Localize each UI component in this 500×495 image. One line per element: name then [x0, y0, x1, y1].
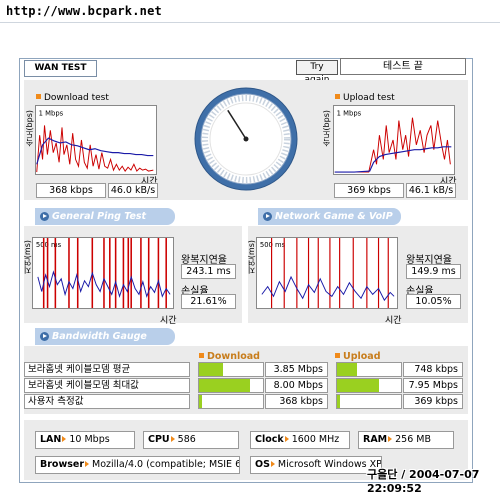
browser-info: Browser Mozilla/4.0 (compatible; MSIE 6.0 [35, 456, 240, 474]
network-game-voip-header: Network Game & VoIP Test [258, 208, 401, 239]
upload-title-text: Upload test [343, 93, 395, 103]
ping-chart: 500 ms [32, 237, 174, 309]
game-rtt-value: 149.9 ms [406, 264, 461, 279]
tab-wan-test[interactable]: WAN TEST [24, 60, 97, 77]
upload-bar-fill [337, 395, 340, 408]
triangle-icon [85, 461, 90, 467]
upload-bar [336, 362, 402, 377]
speed-gauge [194, 87, 298, 191]
ram-label: RAM [363, 434, 388, 445]
clock-label: Clock [255, 434, 284, 445]
clock-value: 1600 MHz [291, 434, 340, 445]
upload-bar-fill [337, 379, 380, 392]
browser-value: Mozilla/4.0 (compatible; MSIE 6.0 [92, 459, 240, 470]
upload-y-axis-label: 속도(bps) [322, 110, 331, 147]
upload-scale-label: 1 Mbps [337, 110, 362, 118]
lan-label: LAN [40, 434, 62, 445]
upload-bandwidth-value: 369 kbps [403, 394, 463, 409]
download-scale-label: 1 Mbps [39, 110, 64, 118]
ping-x-axis-label: 시간 [160, 316, 177, 326]
download-title: Download test [36, 93, 109, 103]
upload-bar [336, 394, 402, 409]
ram-info: RAM 256 MB [358, 431, 454, 449]
bandwidth-gauge-title: Bandwidth Gauge [52, 331, 147, 342]
triangle-icon [170, 436, 175, 442]
bandwidth-row-label: 보라홈넷 케이블모뎀 평균 [24, 362, 190, 377]
download-legend-text: Download [207, 351, 260, 362]
download-bar [198, 362, 264, 377]
upload-kbps-value: 369 kbps [334, 183, 404, 198]
upload-bar [336, 378, 402, 393]
ping-rtt-value: 243.1 ms [181, 264, 236, 279]
upload-legend: Upload [335, 351, 381, 362]
upload-series-red [334, 117, 451, 173]
download-chart: 1 Mbps [35, 105, 157, 175]
bullet-icon [36, 94, 41, 99]
general-ping-test-header: General Ping Test [35, 208, 175, 225]
triangle-icon [62, 436, 67, 442]
download-kbps-value: 368 kbps [36, 183, 106, 198]
download-legend: Download [199, 351, 260, 362]
watermark-text: 구을단 / 2004-07-07 22:09:52 [367, 468, 480, 495]
cpu-label: CPU [148, 434, 170, 445]
test-status-field: 테스트 끝 [340, 58, 466, 75]
bullet-icon [199, 353, 204, 358]
bandwidth-row-label: 보라홈넷 케이블모뎀 최대값 [24, 378, 190, 393]
clock-info: Clock 1600 MHz [250, 431, 350, 449]
lan-value: 10 Mbps [69, 434, 110, 445]
game-loss-markers [271, 238, 389, 308]
bullet-icon [335, 353, 340, 358]
download-y-axis-label: 속도(bps) [25, 110, 34, 147]
game-scale-label: 500 ms [260, 241, 286, 249]
game-series-blue [261, 275, 395, 302]
upload-series-blue [334, 146, 452, 173]
download-bar-fill [199, 379, 250, 392]
download-bar-fill [199, 395, 202, 408]
upload-legend-text: Upload [343, 351, 381, 362]
ping-loss-markers [42, 238, 167, 308]
lan-info: LAN 10 Mbps [35, 431, 135, 449]
ram-value: 256 MB [395, 434, 431, 445]
download-bandwidth-value: 3.85 Mbps [265, 362, 328, 377]
game-loss-value: 10.05% [406, 294, 461, 309]
upload-bandwidth-value: 7.95 Mbps [403, 378, 463, 393]
upload-bandwidth-value: 748 kbps [403, 362, 463, 377]
os-info: OS Microsoft Windows XP [250, 456, 382, 474]
try-again-button[interactable]: Try again [296, 60, 338, 85]
download-bandwidth-value: 368 kbps [265, 394, 328, 409]
arrow-icon [40, 212, 49, 221]
arrow-icon [263, 212, 272, 221]
game-chart: 500 ms [256, 237, 398, 309]
cpu-value: 586 [177, 434, 196, 445]
ping-scale-label: 500 ms [36, 241, 62, 249]
bullet-icon [335, 94, 340, 99]
general-ping-test-title: General Ping Test [52, 211, 147, 222]
browser-label: Browser [40, 459, 85, 470]
ping-loss-value: 21.61% [181, 294, 236, 309]
download-kBs-value: 46.0 kB/s [108, 183, 158, 198]
download-title-text: Download test [44, 93, 109, 103]
triangle-icon [270, 461, 275, 467]
url-text: http://www.bcpark.net [6, 4, 162, 18]
upload-kBs-value: 46.1 kB/s [406, 183, 456, 198]
triangle-icon [388, 436, 393, 442]
upload-chart: 1 Mbps [333, 105, 455, 175]
os-label: OS [255, 459, 270, 470]
bandwidth-gauge-header: Bandwidth Gauge [35, 328, 175, 345]
upload-title: Upload test [335, 93, 395, 103]
triangle-icon [284, 436, 289, 442]
game-x-axis-label: 시간 [385, 316, 402, 326]
download-bar [198, 378, 264, 393]
arrow-icon [40, 332, 49, 341]
download-bar [198, 394, 264, 409]
download-bandwidth-value: 8.00 Mbps [265, 378, 328, 393]
cpu-info: CPU 586 [143, 431, 239, 449]
divider [0, 22, 500, 23]
download-bar-fill [199, 363, 224, 376]
bandwidth-row-label: 사용자 측정값 [24, 394, 190, 409]
upload-bar-fill [337, 363, 358, 376]
